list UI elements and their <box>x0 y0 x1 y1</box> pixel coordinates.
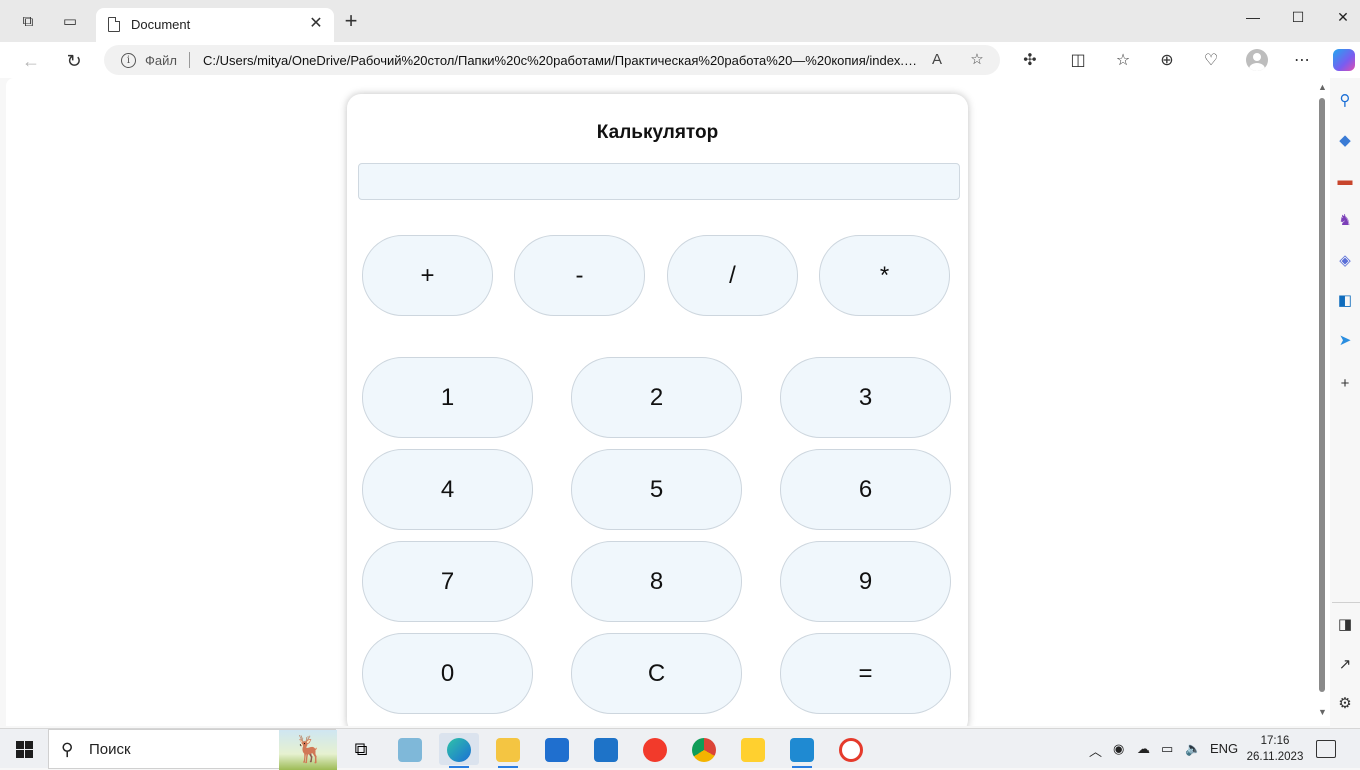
close-window-button[interactable]: ✕ <box>1328 6 1358 28</box>
briefcase-icon[interactable]: ▬ <box>1336 172 1354 190</box>
sidebar-divider <box>1332 602 1360 603</box>
maximize-button[interactable]: ☐ <box>1283 6 1313 28</box>
chess-icon[interactable]: ♞ <box>1336 212 1354 230</box>
digit-8-button[interactable]: 8 <box>571 541 742 622</box>
browser-title-bar: ⧉ ▭ Document ✕ + — ☐ ✕ <box>0 0 1360 42</box>
scheme-label: Файл <box>145 53 177 68</box>
notification-center-icon[interactable] <box>1316 740 1336 758</box>
clock-time: 17:16 <box>1260 735 1290 747</box>
minimize-button[interactable]: — <box>1238 6 1268 28</box>
browser-essentials-icon[interactable]: ♡ <box>1200 50 1222 72</box>
back-button[interactable]: ← <box>20 50 42 72</box>
miro-icon[interactable] <box>733 733 773 765</box>
outlook-icon[interactable]: ◧ <box>1336 292 1354 310</box>
page-title: Калькулятор <box>596 122 719 143</box>
read-aloud-icon[interactable]: A <box>928 51 946 69</box>
split-screen-icon[interactable]: ◫ <box>1067 50 1089 72</box>
search-highlight-image <box>279 730 337 770</box>
digit-5-button[interactable]: 5 <box>571 449 742 530</box>
calculator-card: Калькулятор + - / * 1 2 3 4 5 6 7 8 9 0 … <box>347 94 968 726</box>
taskbar-search-box[interactable]: ⚲ Поиск <box>48 729 337 770</box>
gear-icon[interactable]: ⚙ <box>1336 695 1354 713</box>
more-options-icon[interactable]: ⋯ <box>1291 50 1313 72</box>
multiply-button[interactable]: * <box>819 235 950 316</box>
edge-sidebar: ⚲ ◆ ▬ ♞ ◈ ◧ ➤ + ◨ ↗ ⚙ <box>1330 78 1360 726</box>
task-view-icon[interactable]: ⧉ <box>341 733 381 765</box>
info-icon[interactable]: i <box>121 53 136 68</box>
edge-app-icon[interactable] <box>439 733 479 768</box>
clear-button[interactable]: C <box>571 633 742 714</box>
vscode-icon[interactable] <box>782 733 822 768</box>
notepad-icon[interactable] <box>390 733 430 765</box>
favorite-star-icon[interactable]: ☆ <box>968 51 986 69</box>
send-icon[interactable]: ➤ <box>1336 332 1354 350</box>
copilot-icon[interactable] <box>1333 49 1355 71</box>
add-icon[interactable]: + <box>1336 375 1354 393</box>
profile-avatar[interactable] <box>1246 49 1268 71</box>
digit-1-button[interactable]: 1 <box>362 357 533 438</box>
yandex-icon[interactable] <box>635 733 675 765</box>
workspaces-icon[interactable]: ⧉ <box>18 12 38 32</box>
tab-document[interactable]: Document ✕ <box>96 8 334 42</box>
divider <box>189 52 190 68</box>
extensions-icon[interactable]: ✣ <box>1019 50 1041 72</box>
scroll-down-arrow-icon[interactable]: ▼ <box>1318 707 1327 717</box>
equals-button[interactable]: = <box>780 633 951 714</box>
windows-taskbar: ⚲ Поиск ⧉ ︿ ◉ ☁ ▭ 🔈 ENG 17:16 26.11.2023 <box>0 728 1360 770</box>
language-indicator[interactable]: ENG <box>1210 741 1238 756</box>
file-explorer-icon[interactable] <box>488 733 528 768</box>
url-text[interactable]: C:/Users/mitya/OneDrive/Рабочий%20стол/П… <box>203 53 919 68</box>
clock-date: 26.11.2023 <box>1246 751 1304 763</box>
digit-4-button[interactable]: 4 <box>362 449 533 530</box>
browser-toolbar: ← ↻ i Файл C:/Users/mitya/OneDrive/Рабоч… <box>0 42 1360 78</box>
tab-actions-icon[interactable]: ▭ <box>60 12 80 32</box>
close-tab-button[interactable]: ✕ <box>306 14 326 34</box>
tab-title: Document <box>131 17 191 32</box>
digit-6-button[interactable]: 6 <box>780 449 951 530</box>
document-icon <box>108 17 120 32</box>
show-hidden-icons-icon[interactable]: ︿ <box>1089 741 1102 760</box>
search-icon[interactable]: ⚲ <box>1336 92 1354 110</box>
search-placeholder: Поиск <box>89 741 131 758</box>
scroll-up-arrow-icon[interactable]: ▲ <box>1318 82 1327 92</box>
vertical-scrollbar[interactable]: ▲ ▼ <box>1314 78 1330 726</box>
yandex-browser-icon[interactable] <box>831 733 871 765</box>
digit-2-button[interactable]: 2 <box>571 357 742 438</box>
webcam-icon[interactable]: ◉ <box>1113 741 1124 757</box>
windows-start-button[interactable] <box>16 741 33 758</box>
microsoft365-icon[interactable]: ◈ <box>1336 252 1354 270</box>
network-icon[interactable]: ▭ <box>1161 741 1173 757</box>
scroll-thumb[interactable] <box>1319 98 1325 692</box>
calculator-display[interactable] <box>358 163 960 200</box>
tag-icon[interactable]: ◆ <box>1336 132 1354 150</box>
mail-icon[interactable] <box>586 733 626 765</box>
digit-3-button[interactable]: 3 <box>780 357 951 438</box>
divide-button[interactable]: / <box>667 235 798 316</box>
digit-9-button[interactable]: 9 <box>780 541 951 622</box>
digit-0-button[interactable]: 0 <box>362 633 533 714</box>
search-icon: ⚲ <box>61 740 74 759</box>
external-link-icon[interactable]: ↗ <box>1336 656 1354 674</box>
plus-button[interactable]: + <box>362 235 493 316</box>
system-clock[interactable]: 17:16 26.11.2023 <box>1242 733 1308 765</box>
cloud-icon[interactable]: ☁ <box>1137 741 1150 757</box>
digit-7-button[interactable]: 7 <box>362 541 533 622</box>
split-pane-icon[interactable]: ◨ <box>1336 616 1354 634</box>
chrome-icon[interactable] <box>684 733 724 765</box>
new-tab-button[interactable]: + <box>341 10 361 32</box>
volume-icon[interactable]: 🔈 <box>1185 741 1201 757</box>
page-viewport: Калькулятор + - / * 1 2 3 4 5 6 7 8 9 0 … <box>6 78 1330 726</box>
address-bar[interactable]: i Файл C:/Users/mitya/OneDrive/Рабочий%2… <box>104 45 1000 75</box>
minus-button[interactable]: - <box>514 235 645 316</box>
favorites-icon[interactable]: ☆ <box>1112 50 1134 72</box>
microsoft-store-icon[interactable] <box>537 733 577 765</box>
collections-icon[interactable]: ⊕ <box>1156 50 1178 72</box>
reload-button[interactable]: ↻ <box>63 50 85 72</box>
